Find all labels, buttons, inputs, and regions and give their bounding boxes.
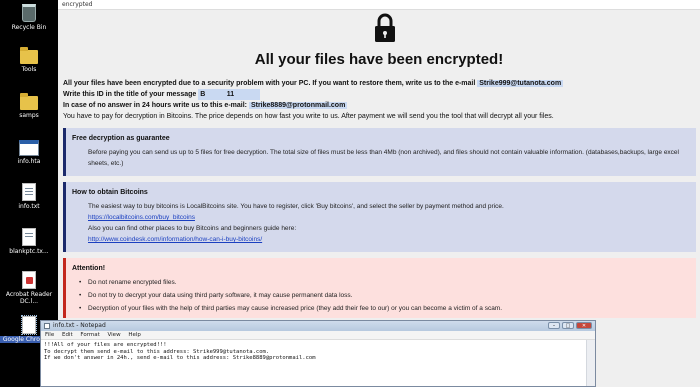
notepad-title: info.txt - Notepad <box>53 322 106 329</box>
notepad-line: If we don't answer in 24h., send e-mail … <box>44 355 316 362</box>
menu-edit[interactable]: Edit <box>62 332 73 338</box>
notepad-window: info.txt - Notepad – □ ✕ File Edit Forma… <box>40 320 596 387</box>
free-decryption-panel: Free decryption as guarantee Before payi… <box>63 128 696 176</box>
attention-item: Decryption of your files with the help o… <box>72 303 690 314</box>
close-button[interactable]: ✕ <box>576 322 592 329</box>
free-decryption-title: Free decryption as guarantee <box>72 135 170 142</box>
file-icon <box>21 315 37 335</box>
desktop-icon-recycle-bin[interactable]: Recycle Bin <box>0 4 58 31</box>
victim-id-start: B <box>200 91 206 98</box>
desktop-icon-label: Tools <box>21 66 37 73</box>
desktop-icon-info-txt[interactable]: info.txt <box>0 183 58 210</box>
recycle-bin-icon <box>22 4 36 22</box>
coindesk-link[interactable]: http://www.coindesk.com/information/how-… <box>88 236 262 243</box>
desktop-icon-info-hta[interactable]: info.hta <box>0 140 58 165</box>
how-to-obtain-text-1: The easiest way to buy bitcoins is Local… <box>88 203 504 210</box>
desktop-icon-label: Acrobat Reader DC.l... <box>5 291 53 305</box>
localbitcoins-link[interactable]: https://localbitcoins.com/buy_bitcoins <box>88 214 195 221</box>
minimize-button[interactable]: – <box>548 322 560 329</box>
menu-help[interactable]: Help <box>128 332 141 338</box>
how-to-obtain-panel: How to obtain Bitcoins The easiest way t… <box>63 182 696 252</box>
desktop-icon-label: samps <box>19 112 39 119</box>
desktop-icon-samps[interactable]: samps <box>0 93 58 119</box>
intro-line-2: Write this ID in the title of your messa… <box>63 89 693 100</box>
desktop-icon-label: Recycle Bin <box>11 24 47 31</box>
attention-item: Do not try to decrypt your data using th… <box>72 290 690 301</box>
desktop-icon-label: blankptc.tx... <box>9 248 49 255</box>
text-file-icon <box>22 228 36 246</box>
folder-icon <box>20 93 38 110</box>
attention-title: Attention! <box>72 265 106 272</box>
desktop-icon-tools[interactable]: Tools <box>0 47 58 73</box>
intro-line-2-text: Write this ID in the title of your messa… <box>63 91 197 98</box>
notepad-titlebar[interactable]: info.txt - Notepad – □ ✕ <box>41 321 595 331</box>
page-title: All your files have been encrypted! <box>254 51 504 68</box>
how-to-obtain-title: How to obtain Bitcoins <box>72 189 148 196</box>
pdf-icon <box>22 271 36 289</box>
menu-format[interactable]: Format <box>80 332 99 338</box>
notepad-icon <box>44 323 50 329</box>
text-file-icon <box>22 183 36 201</box>
maximize-button[interactable]: □ <box>562 322 574 329</box>
desktop-icon-acrobat[interactable]: Acrobat Reader DC.l... <box>0 271 58 305</box>
notepad-text-area[interactable]: !!!All of your files are encrypted!!! To … <box>41 340 595 364</box>
padlock-icon <box>375 13 395 42</box>
panel-accent-bar <box>63 258 66 318</box>
notepad-menubar: File Edit Format View Help <box>41 331 595 340</box>
intro-line-3-text: In case of no answer in 24 hours write u… <box>63 102 247 109</box>
victim-id-end: 11 <box>226 91 235 98</box>
free-decryption-text: Before paying you can send us up to 5 fi… <box>88 149 679 167</box>
contact-email-secondary[interactable]: Strike8889@protonmail.com <box>248 102 348 109</box>
contact-email-primary[interactable]: Strike999@tutanota.com <box>477 80 564 87</box>
notepad-line: !!!All of your files are encrypted!!! <box>44 342 167 348</box>
intro-line-4: You have to pay for decryption in Bitcoi… <box>63 113 554 120</box>
hta-icon <box>19 140 39 156</box>
window-title: encrypted <box>58 0 700 10</box>
intro-line-1-text: All your files have been encrypted due t… <box>63 80 476 87</box>
notepad-scrollbar[interactable] <box>586 340 595 386</box>
desktop-icon-blankptc[interactable]: blankptc.tx... <box>0 228 58 255</box>
desktop-icon-label: info.txt <box>18 203 40 210</box>
desktop-icon-label: info.hta <box>17 158 41 165</box>
menu-file[interactable]: File <box>45 332 54 338</box>
panel-accent-bar <box>63 128 66 176</box>
intro-line-3: In case of no answer in 24 hours write u… <box>63 100 693 111</box>
victim-id[interactable]: B 11 <box>198 89 261 100</box>
intro-line-1: All your files have been encrypted due t… <box>63 78 693 89</box>
panel-accent-bar <box>63 182 66 252</box>
intro-text: All your files have been encrypted due t… <box>63 78 693 122</box>
folder-icon <box>20 47 38 64</box>
menu-view[interactable]: View <box>108 332 121 338</box>
how-to-obtain-text-2: Also you can find other places to buy Bi… <box>88 225 297 232</box>
attention-panel: Attention! Do not rename encrypted files… <box>63 258 696 318</box>
attention-item: Do not rename encrypted files. <box>72 277 690 288</box>
notepad-line: To decrypt them send e-mail to this addr… <box>44 348 270 355</box>
